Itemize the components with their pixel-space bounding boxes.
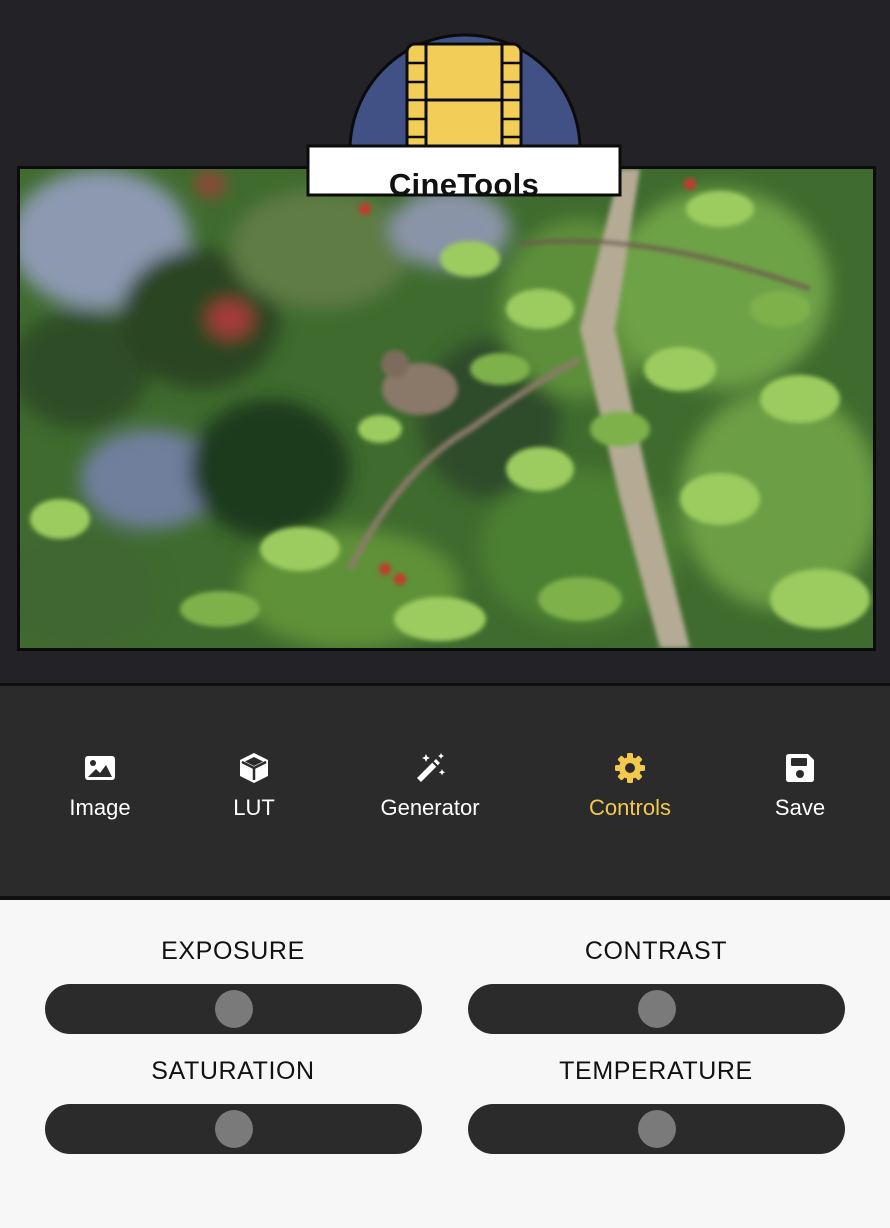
exposure-slider[interactable]: [45, 984, 422, 1034]
toolbar-image-button[interactable]: Image: [20, 752, 180, 832]
toolbar-controls-button[interactable]: Controls: [550, 752, 710, 832]
cinetools-logo: CineTools: [306, 14, 622, 202]
app-title: CineTools: [388, 167, 540, 202]
toolbar-generator-label: Generator: [380, 795, 480, 820]
gear-icon: [615, 753, 645, 783]
exposure-slider-thumb[interactable]: [214, 990, 253, 1028]
contrast-slider[interactable]: [468, 984, 845, 1034]
divider: [0, 896, 890, 900]
saturation-slider-thumb[interactable]: [214, 1110, 253, 1148]
contrast-slider-thumb[interactable]: [637, 990, 676, 1028]
floppy-disk-icon: [786, 754, 814, 782]
toolbar-image-label: Image: [69, 795, 131, 820]
cube-icon: [240, 753, 268, 783]
temperature-slider[interactable]: [468, 1104, 845, 1154]
contrast-label: CONTRAST: [584, 937, 728, 965]
saturation-label: SATURATION: [151, 1057, 315, 1085]
toolbar-lut-button[interactable]: LUT: [174, 752, 334, 832]
magic-wand-icon: [417, 753, 446, 782]
saturation-slider[interactable]: [45, 1104, 422, 1154]
preview-image: [17, 166, 876, 651]
toolbar-generator-button[interactable]: Generator: [350, 752, 510, 832]
exposure-label: EXPOSURE: [161, 937, 305, 965]
temperature-label: TEMPERATURE: [559, 1057, 753, 1085]
toolbar: Image LUT Generator Controls Save: [0, 686, 890, 896]
toolbar-save-label: Save: [774, 795, 826, 820]
toolbar-save-button[interactable]: Save: [720, 752, 880, 832]
toolbar-lut-label: LUT: [233, 795, 275, 820]
temperature-slider-thumb[interactable]: [637, 1110, 676, 1148]
toolbar-controls-label: Controls: [589, 795, 671, 820]
image-icon: [85, 756, 115, 780]
